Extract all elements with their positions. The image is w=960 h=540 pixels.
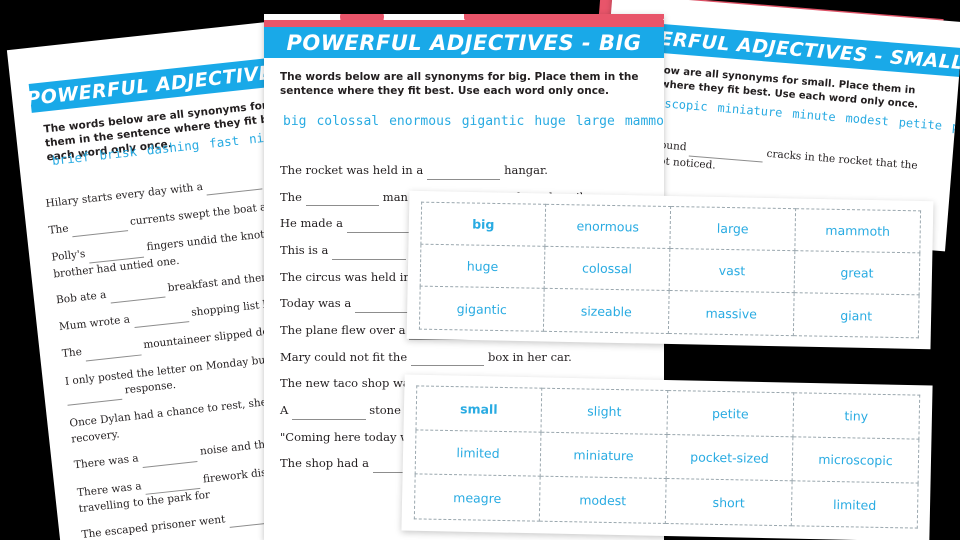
word-bank-item[interactable]: colossal xyxy=(316,114,379,129)
worksheet-collage: POWERFUL ADJECTIVES - FAST The words bel… xyxy=(0,0,960,540)
answer-cell[interactable]: vast xyxy=(669,248,796,294)
answer-blank[interactable] xyxy=(291,402,366,420)
word-bank-item[interactable]: brisk xyxy=(99,144,138,163)
word-bank-item[interactable]: miniature xyxy=(717,101,783,120)
answer-cell[interactable]: large xyxy=(670,206,797,251)
answer-blank[interactable] xyxy=(305,189,380,207)
word-bank-item[interactable]: large xyxy=(576,114,615,129)
word-bank-item[interactable]: modest xyxy=(845,111,889,128)
word-bank-item[interactable]: pocket-sized xyxy=(951,120,960,141)
answer-cell[interactable]: huge xyxy=(419,244,546,290)
word-bank-item[interactable]: petite xyxy=(898,115,942,132)
question-line: Mary could not fit the box in her car. xyxy=(280,349,660,367)
answer-blank[interactable] xyxy=(332,242,406,260)
answer-cell[interactable]: massive xyxy=(668,291,795,337)
answer-grid-big: big enormous large mammoth huge colossal vast g… xyxy=(418,201,922,339)
answer-blank[interactable] xyxy=(141,445,198,468)
answer-cell[interactable]: mammoth xyxy=(795,208,922,254)
answer-cell[interactable]: pocket-sized xyxy=(666,434,794,482)
word-bank-item[interactable]: fast xyxy=(208,133,240,151)
answer-cell[interactable]: enormous xyxy=(545,203,672,249)
answer-cell-header[interactable]: big xyxy=(420,201,547,247)
answer-blank[interactable] xyxy=(426,162,501,180)
answer-cell[interactable]: tiny xyxy=(793,392,921,440)
answer-cell[interactable]: miniature xyxy=(540,432,668,480)
answer-cell[interactable]: modest xyxy=(539,477,667,524)
answer-cell[interactable]: sizeable xyxy=(543,289,670,334)
answer-blank[interactable] xyxy=(108,281,166,304)
answer-cell-header[interactable]: small xyxy=(415,385,543,433)
answer-cell[interactable]: petite xyxy=(667,390,795,437)
word-bank-item[interactable]: big xyxy=(283,114,306,129)
answer-blank[interactable] xyxy=(132,306,190,329)
word-bank-item[interactable]: brief xyxy=(51,149,90,168)
word-bank-item[interactable]: gigantic xyxy=(462,114,525,129)
coral-dot-right xyxy=(464,14,664,28)
word-bank-item[interactable]: huge xyxy=(534,114,565,129)
word-bank-item[interactable]: minute xyxy=(792,107,836,124)
answer-blank[interactable] xyxy=(205,173,263,196)
answer-cell[interactable]: microscopic xyxy=(792,436,920,484)
answer-blank[interactable] xyxy=(65,383,123,406)
word-bank-item[interactable]: dashing xyxy=(146,137,200,158)
answer-grid-small: small slight petite tiny limited miniature poc… xyxy=(413,385,921,529)
question-line: The rocket was held in a hangar. xyxy=(280,162,660,180)
answer-blank[interactable] xyxy=(689,140,764,163)
answer-cell[interactable]: gigantic xyxy=(418,286,545,332)
answer-card-big[interactable]: big enormous large mammoth huge colossal vast g… xyxy=(406,190,934,350)
worksheet-big-title: POWERFUL ADJECTIVES - BIG xyxy=(286,30,642,55)
word-bank-item[interactable]: enormous xyxy=(389,114,452,129)
worksheet-big-intro: The words below are all synonyms for big… xyxy=(280,71,639,98)
answer-blank[interactable] xyxy=(84,338,142,361)
answer-card-small[interactable]: small slight petite tiny limited miniature poc… xyxy=(401,374,933,540)
answer-cell[interactable]: limited xyxy=(414,430,542,478)
answer-blank[interactable] xyxy=(71,215,128,238)
answer-blank[interactable] xyxy=(410,349,485,367)
worksheet-big-word-bank: big colossal enormous gigantic huge large mamm… xyxy=(278,112,664,132)
answer-cell[interactable]: limited xyxy=(791,481,919,529)
word-bank-item[interactable]: mammoth xyxy=(625,114,664,129)
worksheet-big-banner: POWERFUL ADJECTIVES - BIG xyxy=(264,27,664,58)
answer-cell[interactable]: colossal xyxy=(544,246,671,292)
answer-cell[interactable]: great xyxy=(794,250,921,296)
answer-cell[interactable]: meagre xyxy=(413,474,541,522)
answer-cell[interactable]: slight xyxy=(541,387,669,435)
answer-blank[interactable] xyxy=(87,241,145,264)
answer-cell[interactable]: short xyxy=(665,479,793,527)
answer-blank[interactable] xyxy=(144,472,201,495)
answer-cell[interactable]: giant xyxy=(793,293,920,339)
